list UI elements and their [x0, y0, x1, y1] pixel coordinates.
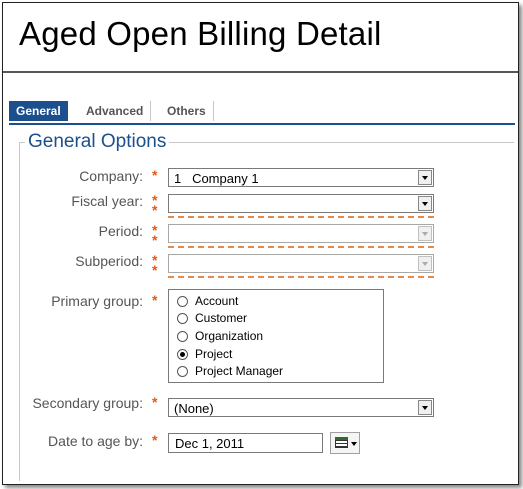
radio-label: Organization — [195, 329, 264, 343]
radio-label: Project Manager — [195, 364, 284, 378]
calendar-icon-header — [335, 437, 348, 440]
required-indicator: * — [152, 202, 158, 218]
required-indicator: * — [152, 167, 158, 183]
required-indicator: * — [152, 394, 158, 410]
required-indicator: * — [152, 262, 158, 278]
subperiod-label: Subperiod: — [75, 253, 143, 269]
radio-button[interactable] — [177, 331, 188, 342]
validation-underline — [168, 276, 434, 278]
validation-underline — [168, 216, 434, 218]
required-indicator: * — [152, 292, 158, 308]
subperiod-select[interactable] — [168, 254, 434, 273]
secondary-group-select-value: (None) — [174, 401, 214, 416]
company-label: Company: — [79, 168, 143, 184]
dialog-window: Aged Open Billing Detail General Advance… — [2, 2, 519, 485]
secondary-group-select[interactable]: (None) — [168, 398, 434, 417]
required-indicator: * — [152, 432, 158, 448]
chevron-down-icon — [351, 442, 357, 446]
period-label: Period: — [98, 223, 143, 239]
tab-advanced[interactable]: Advanced — [79, 101, 152, 121]
chevron-down-icon[interactable] — [418, 170, 432, 185]
fiscal-year-label: Fiscal year: — [71, 193, 143, 209]
chevron-down-icon[interactable] — [418, 196, 432, 211]
date-to-age-by-input[interactable]: Dec 1, 2011 — [168, 433, 323, 453]
secondary-group-label: Secondary group: — [32, 395, 143, 411]
date-to-age-by-label: Date to age by: — [48, 433, 143, 449]
chevron-down-icon[interactable] — [418, 226, 432, 241]
date-value: Dec 1, 2011 — [175, 436, 245, 451]
title-divider — [3, 71, 518, 73]
primary-group-radio-list: Account Customer Organization Project Pr… — [168, 289, 384, 383]
tab-others[interactable]: Others — [160, 101, 214, 121]
company-select[interactable]: 1 Company 1 — [168, 168, 434, 187]
radio-button[interactable] — [177, 296, 188, 307]
calendar-picker-button[interactable] — [330, 432, 360, 454]
radio-label: Project — [195, 347, 233, 361]
company-select-value: 1 Company 1 — [174, 171, 259, 186]
tab-general[interactable]: General — [9, 101, 68, 121]
radio-label: Customer — [195, 311, 248, 325]
required-indicator: * — [152, 232, 158, 248]
validation-underline — [168, 246, 434, 248]
primary-group-label: Primary group: — [51, 293, 143, 309]
radio-button-selected[interactable] — [177, 349, 188, 360]
page-title: Aged Open Billing Detail — [19, 15, 382, 52]
chevron-down-icon[interactable] — [418, 256, 432, 271]
fiscal-year-select[interactable] — [168, 194, 434, 213]
tab-bar: General Advanced Others — [9, 101, 515, 125]
radio-button[interactable] — [177, 366, 188, 377]
section-title: General Options — [25, 131, 170, 153]
period-select[interactable] — [168, 224, 434, 243]
chevron-down-icon[interactable] — [418, 400, 432, 415]
radio-button[interactable] — [177, 313, 188, 324]
radio-label: Account — [195, 294, 239, 308]
